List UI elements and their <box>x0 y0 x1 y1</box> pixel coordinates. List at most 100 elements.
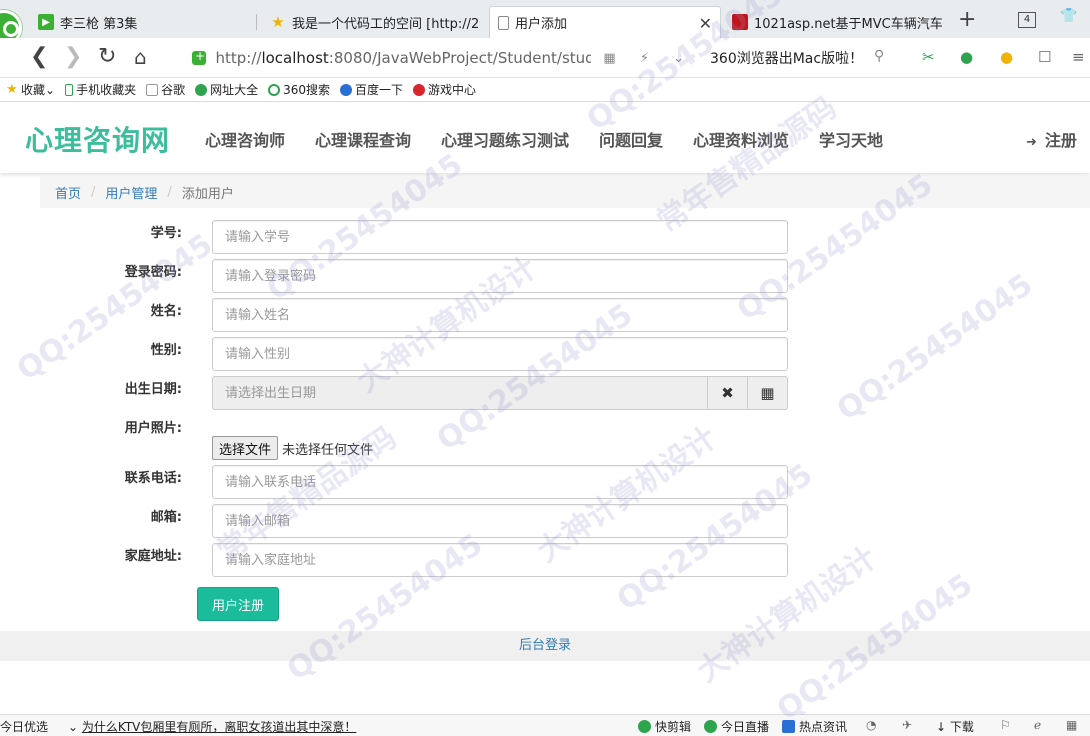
tab-2[interactable]: ★ 我是一个代码工的空间 [http://2 <box>262 6 487 38</box>
address-input[interactable] <box>212 543 788 577</box>
breadcrumb-separator: / <box>167 184 172 200</box>
tab-title: 李三枪 第3集 <box>60 16 138 32</box>
bookmark-label: 游戏中心 <box>428 83 477 97</box>
watermark-qq: QQ:25454045 <box>830 267 1040 428</box>
download-icon: ↓ <box>936 719 950 734</box>
bookmark-mobile[interactable]: 手机收藏夹 <box>65 81 136 98</box>
status-download[interactable]: ↓ 下载 <box>936 718 974 735</box>
tab-count-badge[interactable]: 4 <box>1018 12 1036 28</box>
page-icon <box>146 83 159 96</box>
nav-learning[interactable]: 学习天地 <box>819 127 883 151</box>
birthday-label: 出生日期: <box>124 382 182 397</box>
pin-icon[interactable]: ✈ <box>902 718 912 732</box>
email-input[interactable] <box>212 504 788 538</box>
url-scheme: http:// <box>215 49 262 67</box>
play-circle-icon <box>704 720 717 733</box>
tab-title: 我是一个代码工的空间 [http://2 <box>292 16 480 32</box>
bookmark-label: 手机收藏夹 <box>76 83 137 97</box>
nav-counselors[interactable]: 心理咨询师 <box>205 127 285 151</box>
nav-question-reply[interactable]: 问题回复 <box>599 127 663 151</box>
reload-icon[interactable]: ↻ <box>98 44 116 70</box>
breadcrumb-home[interactable]: 首页 <box>55 183 81 202</box>
register-label: 注册 <box>1044 131 1077 150</box>
page-footer: 后台登录 <box>0 631 1090 661</box>
status-today-picks[interactable]: 今日优选 <box>0 718 48 735</box>
search-icon[interactable]: ⚲ <box>874 48 884 64</box>
nav-materials[interactable]: 心理资料浏览 <box>693 127 789 151</box>
forward-icon[interactable]: ❯ <box>64 44 82 70</box>
gender-input[interactable] <box>212 337 788 371</box>
video-site-icon: ▶ <box>38 14 54 30</box>
password-input[interactable] <box>212 259 788 293</box>
url-path: :8080/JavaWebProject/Student/student_fro <box>328 49 592 67</box>
student-id-input[interactable] <box>212 220 788 254</box>
document-icon <box>498 15 509 30</box>
status-label: 今日直播 <box>721 720 770 734</box>
status-quick-edit[interactable]: 快剪辑 <box>638 718 691 735</box>
flag-icon[interactable]: ⚐ <box>1000 718 1011 732</box>
bookmark-label: 网址大全 <box>210 83 259 97</box>
student-id-label: 学号: <box>150 226 182 241</box>
coin-icon[interactable]: ● <box>1000 48 1013 66</box>
status-live[interactable]: 今日直播 <box>704 718 769 735</box>
ie-icon[interactable]: ℯ <box>1034 718 1041 732</box>
calendar-icon[interactable]: ▦ <box>748 376 788 410</box>
status-label: 热点资讯 <box>799 720 848 734</box>
security-shield-icon <box>192 49 206 65</box>
url-host: localhost <box>261 49 329 67</box>
nav-practice-test[interactable]: 心理习题练习测试 <box>441 127 569 151</box>
site-brand-logo[interactable]: 心理咨询网 <box>25 119 170 159</box>
admin-login-link[interactable]: 后台登录 <box>519 638 571 653</box>
bookmark-google[interactable]: 谷歌 <box>146 81 185 98</box>
tab-divider <box>256 14 257 30</box>
search-ring-icon <box>268 83 281 96</box>
register-user-button[interactable]: 用户注册 <box>197 587 279 621</box>
clear-date-icon[interactable]: ✖ <box>708 376 748 410</box>
shirt-icon[interactable]: 👕 <box>1060 8 1077 24</box>
bookmark-360search[interactable]: 360搜索 <box>268 81 330 98</box>
new-tab-icon[interactable]: + <box>958 8 976 32</box>
star-icon: ★ <box>6 81 18 97</box>
scissors-circle-icon <box>638 720 651 733</box>
promo-text[interactable]: 360浏览器出Mac版啦！ <box>710 48 863 68</box>
file-status-text: 未选择任何文件 <box>282 442 374 458</box>
bookmark-portal[interactable]: 网址大全 <box>195 81 258 98</box>
speed-icon[interactable]: ◔ <box>866 718 876 732</box>
bookmark-baidu[interactable]: 百度一下 <box>340 81 403 98</box>
star-icon: ★ <box>271 13 285 31</box>
home-icon[interactable]: ⌂ <box>134 44 147 70</box>
nav-course-search[interactable]: 心理课程查询 <box>315 127 411 151</box>
photo-label: 用户照片: <box>124 421 182 436</box>
menu-icon[interactable]: ≡ <box>1072 48 1085 66</box>
address-label: 家庭地址: <box>124 549 182 564</box>
status-hot-news[interactable]: 热点资讯 <box>782 718 847 735</box>
email-label: 邮箱: <box>150 510 182 525</box>
birthday-picker: ✖ ▦ <box>212 376 788 410</box>
birthday-input[interactable] <box>212 376 708 410</box>
bookmark-games[interactable]: 游戏中心 <box>413 81 476 98</box>
tab-title: 用户添加 <box>515 17 568 32</box>
url-action-icons[interactable]: ▦ ⚡ ⌄ <box>603 51 694 66</box>
register-link[interactable]: ➜ 注册 <box>1026 127 1077 151</box>
url-text[interactable]: http://localhost:8080/JavaWebProject/Stu… <box>216 49 592 67</box>
tab-4[interactable]: 1021asp.net基于MVC车辆汽车 <box>724 6 949 38</box>
url-field[interactable]: http://localhost:8080/JavaWebProject/Stu… <box>184 44 694 72</box>
grid-icon[interactable]: ▦ <box>1066 718 1077 732</box>
site-navbar: 心理咨询网 心理咨询师 心理课程查询 心理习题练习测试 问题回复 心理资料浏览 … <box>0 103 1090 173</box>
status-news[interactable]: ⌄ 为什么KTV包厢里有厕所，离职女孩道出其中深意！ <box>68 718 356 735</box>
choose-file-button[interactable]: 选择文件 <box>212 436 279 460</box>
scissors-icon[interactable]: ✂ <box>922 48 935 66</box>
tab-3-active[interactable]: 用户添加 ✕ <box>489 6 721 38</box>
breadcrumb-separator: / <box>91 184 96 200</box>
tab-1[interactable]: ▶ 李三枪 第3集 <box>30 6 255 38</box>
back-icon[interactable]: ❮ <box>30 44 48 70</box>
news-icon <box>782 720 795 733</box>
close-tab-icon[interactable]: ✕ <box>699 14 712 33</box>
translate-icon[interactable]: ● <box>960 48 973 66</box>
bookmark-favorites[interactable]: ★ 收藏 ⌄ <box>6 81 55 98</box>
game-icon[interactable]: ☐ <box>1038 48 1051 66</box>
breadcrumb-user-management[interactable]: 用户管理 <box>105 183 157 202</box>
tab-title: 1021asp.net基于MVC车辆汽车 <box>754 16 943 32</box>
phone-input[interactable] <box>212 465 788 499</box>
name-input[interactable] <box>212 298 788 332</box>
